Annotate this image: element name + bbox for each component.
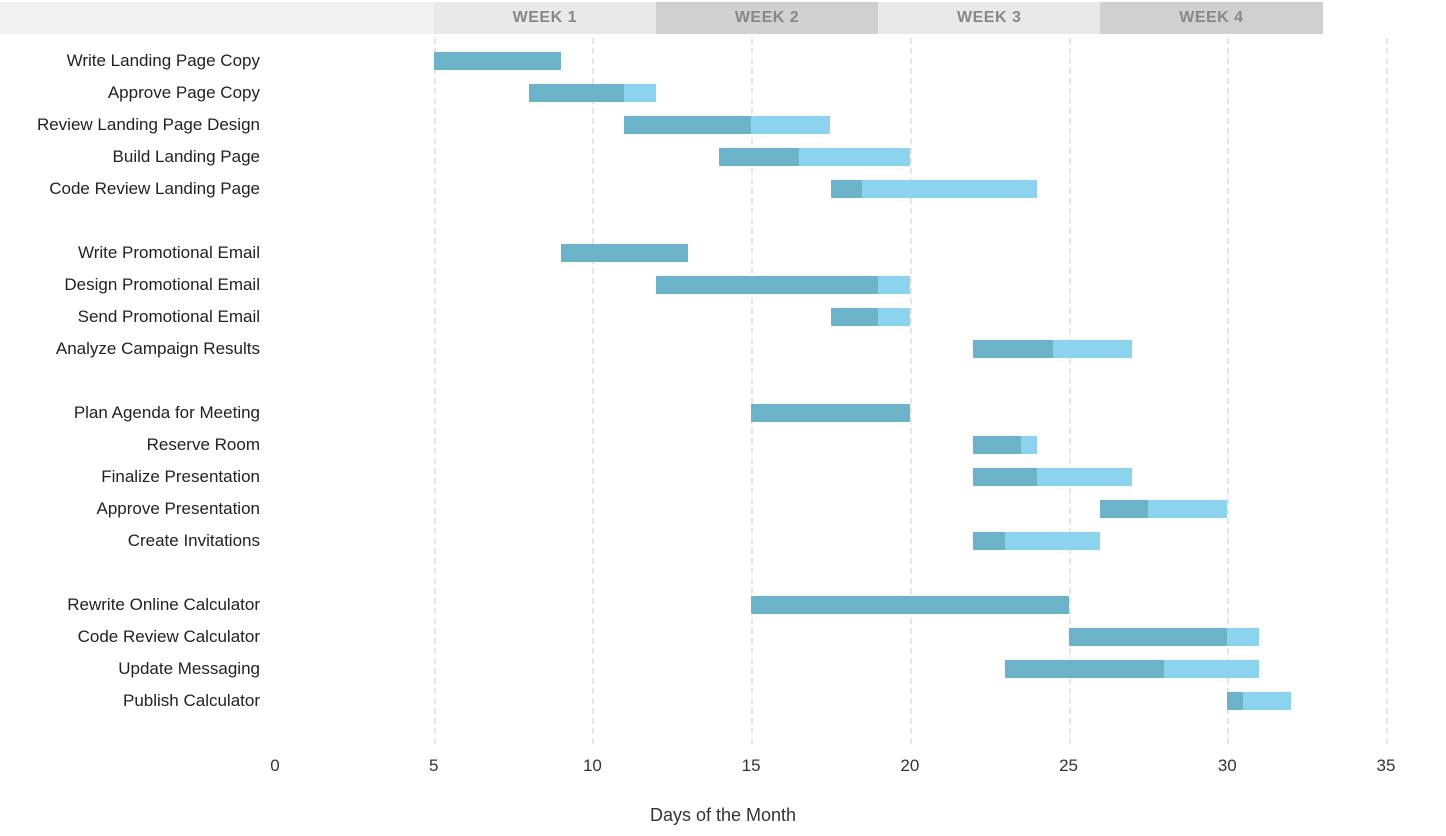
week-header: WEEK 2 xyxy=(656,2,878,34)
gantt-bar xyxy=(1100,500,1227,518)
gantt-chart: WEEK 1 WEEK 2 WEEK 3 WEEK 4 Write Landing P… xyxy=(0,0,1446,836)
gantt-bar xyxy=(973,436,1036,454)
gantt-bar-segment xyxy=(1164,660,1259,678)
gantt-bar-segment xyxy=(1053,340,1132,358)
x-tick: 35 xyxy=(1377,756,1396,776)
gridline xyxy=(751,38,753,744)
gantt-bar-segment xyxy=(1100,500,1148,518)
gantt-bar xyxy=(973,468,1132,486)
week-header-row: WEEK 1 WEEK 2 WEEK 3 WEEK 4 xyxy=(0,0,1446,36)
task-label: Build Landing Page xyxy=(0,142,260,172)
gantt-bar-segment xyxy=(831,180,863,198)
task-label: Send Promotional Email xyxy=(0,302,260,332)
gantt-bar-segment xyxy=(1037,468,1132,486)
gantt-bar-segment xyxy=(1069,628,1228,646)
task-label: Approve Presentation xyxy=(0,494,260,524)
gantt-bar-segment xyxy=(878,308,910,326)
gantt-bar xyxy=(656,276,910,294)
gantt-bar-segment xyxy=(529,84,624,102)
gantt-bar-segment xyxy=(624,116,751,134)
gantt-bar xyxy=(624,116,830,134)
gantt-bar-segment xyxy=(973,468,1036,486)
gantt-bar-segment xyxy=(1021,436,1037,454)
gantt-bar xyxy=(434,52,561,70)
plot-area xyxy=(275,38,1386,744)
gantt-bar xyxy=(719,148,909,166)
gantt-bar xyxy=(529,84,656,102)
gantt-bar-segment xyxy=(973,532,1005,550)
gridline xyxy=(592,38,594,744)
gantt-bar xyxy=(561,244,688,262)
x-tick: 15 xyxy=(742,756,761,776)
task-label: Rewrite Online Calculator xyxy=(0,590,260,620)
gantt-bar xyxy=(1005,660,1259,678)
task-label: Create Invitations xyxy=(0,526,260,556)
x-axis-title: Days of the Month xyxy=(0,805,1446,826)
gridline xyxy=(910,38,912,744)
gantt-bar-segment xyxy=(799,148,910,166)
gridline xyxy=(1386,38,1388,744)
gantt-bar xyxy=(1227,692,1290,710)
gantt-bar-segment xyxy=(1005,660,1164,678)
week-header-label: WEEK 1 xyxy=(513,9,577,27)
gantt-bar-segment xyxy=(1148,500,1227,518)
week-header-label: WEEK 2 xyxy=(735,9,799,27)
gantt-bar-segment xyxy=(862,180,1037,198)
gantt-bar xyxy=(973,340,1132,358)
task-label: Analyze Campaign Results xyxy=(0,334,260,364)
task-label: Review Landing Page Design xyxy=(0,110,260,140)
gantt-bar-segment xyxy=(751,404,910,422)
gantt-bar-segment xyxy=(1243,692,1291,710)
x-tick: 0 xyxy=(270,756,279,776)
task-label: Code Review Landing Page xyxy=(0,174,260,204)
gantt-bar-segment xyxy=(561,244,688,262)
task-label: Design Promotional Email xyxy=(0,270,260,300)
task-label: Plan Agenda for Meeting xyxy=(0,398,260,428)
week-header: WEEK 4 xyxy=(1100,2,1322,34)
week-header: WEEK 3 xyxy=(878,2,1100,34)
gantt-bar-segment xyxy=(624,84,656,102)
gantt-bar-segment xyxy=(973,340,1052,358)
x-tick: 25 xyxy=(1059,756,1078,776)
gridline xyxy=(434,38,436,744)
gantt-bar-segment xyxy=(751,596,1068,614)
task-label: Reserve Room xyxy=(0,430,260,460)
gantt-bar xyxy=(831,180,1037,198)
x-tick: 30 xyxy=(1218,756,1237,776)
gantt-bar-segment xyxy=(1227,628,1259,646)
task-label: Code Review Calculator xyxy=(0,622,260,652)
gantt-bar xyxy=(831,308,910,326)
task-label: Write Promotional Email xyxy=(0,238,260,268)
gantt-bar-segment xyxy=(831,308,879,326)
gantt-bar xyxy=(751,596,1068,614)
gantt-bar-segment xyxy=(973,436,1021,454)
task-label: Finalize Presentation xyxy=(0,462,260,492)
gantt-bar-segment xyxy=(434,52,561,70)
x-tick: 5 xyxy=(429,756,438,776)
gantt-bar-segment xyxy=(878,276,910,294)
task-label: Update Messaging xyxy=(0,654,260,684)
task-label: Publish Calculator xyxy=(0,686,260,716)
task-label: Write Landing Page Copy xyxy=(0,46,260,76)
gantt-bar-segment xyxy=(1227,692,1243,710)
gantt-bar-segment xyxy=(751,116,830,134)
week-header-label: WEEK 3 xyxy=(957,9,1021,27)
gantt-bar xyxy=(1069,628,1259,646)
gantt-bar xyxy=(973,532,1100,550)
week-header-label: WEEK 4 xyxy=(1179,9,1243,27)
gantt-bar xyxy=(751,404,910,422)
x-tick: 20 xyxy=(900,756,919,776)
x-axis: 05101520253035 xyxy=(275,756,1386,780)
week-header: WEEK 1 xyxy=(434,2,656,34)
task-label: Approve Page Copy xyxy=(0,78,260,108)
gantt-bar-segment xyxy=(656,276,878,294)
week-header-spacer xyxy=(0,2,434,34)
x-tick: 10 xyxy=(583,756,602,776)
gantt-bar-segment xyxy=(719,148,798,166)
gantt-bar-segment xyxy=(1005,532,1100,550)
